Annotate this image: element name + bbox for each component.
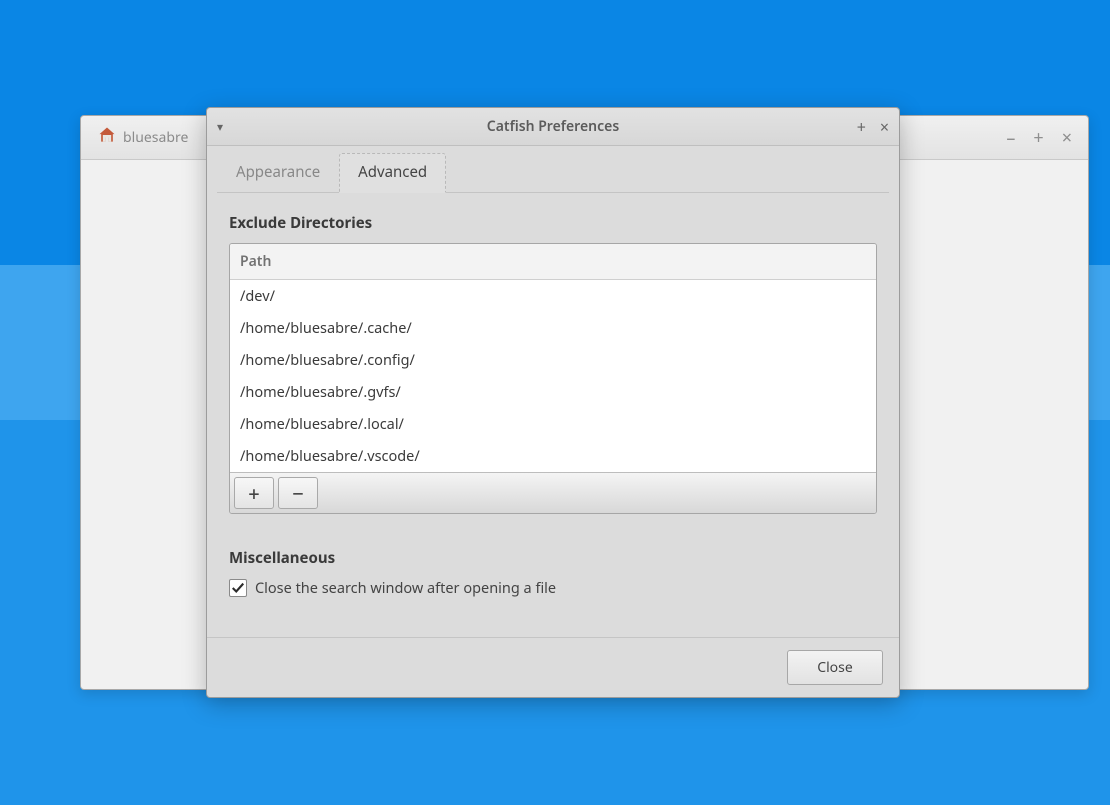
background-tab[interactable]: bluesabre <box>89 121 196 154</box>
misc-section: Miscellaneous Close the search window af… <box>229 542 877 598</box>
dialog-close-x-button[interactable]: × <box>880 119 889 135</box>
window-menu-button[interactable]: ▾ <box>217 118 223 135</box>
tab-appearance[interactable]: Appearance <box>217 153 339 193</box>
dialog-titlebar: ▾ Catfish Preferences + × <box>207 108 899 146</box>
list-item[interactable]: /home/bluesabre/.gvfs/ <box>230 376 876 408</box>
preferences-dialog: ▾ Catfish Preferences + × Appearance Adv… <box>206 107 900 698</box>
exclude-column-header[interactable]: Path <box>230 244 876 280</box>
close-button[interactable]: Close <box>787 650 883 685</box>
maximize-button[interactable]: + <box>1033 129 1043 147</box>
exclude-toolbar: + − <box>230 472 876 513</box>
tab-advanced[interactable]: Advanced <box>339 153 446 193</box>
background-window-controls: – + × <box>1006 129 1080 147</box>
minimize-button[interactable]: – <box>1006 129 1015 147</box>
list-item[interactable]: /home/bluesabre/.vscode/ <box>230 440 876 472</box>
dialog-title: Catfish Preferences <box>207 117 899 136</box>
dialog-window-controls: + × <box>857 119 889 135</box>
list-item[interactable]: /home/bluesabre/.config/ <box>230 344 876 376</box>
background-tab-label: bluesabre <box>123 128 188 147</box>
exclude-list-frame: Path /dev/ /home/bluesabre/.cache/ /home… <box>229 243 877 514</box>
dialog-maximize-button[interactable]: + <box>857 119 866 135</box>
dialog-body: Exclude Directories Path /dev/ /home/blu… <box>207 193 899 637</box>
desktop-background: bluesabre – + × ▾ Catfish Preferences + … <box>0 0 1110 805</box>
close-after-open-label: Close the search window after opening a … <box>255 578 556 598</box>
tab-strip: Appearance Advanced <box>207 146 899 192</box>
close-after-open-checkbox[interactable] <box>229 579 247 597</box>
plus-icon: + <box>248 480 259 507</box>
home-icon <box>97 125 117 150</box>
exclude-list[interactable]: /dev/ /home/bluesabre/.cache/ /home/blue… <box>230 280 876 472</box>
list-item[interactable]: /home/bluesabre/.cache/ <box>230 312 876 344</box>
dialog-footer: Close <box>207 637 899 697</box>
close-button[interactable]: × <box>1062 129 1072 147</box>
list-item[interactable]: /dev/ <box>230 280 876 312</box>
remove-path-button[interactable]: − <box>278 477 318 509</box>
misc-title: Miscellaneous <box>229 548 877 568</box>
exclude-title: Exclude Directories <box>229 213 877 233</box>
check-icon <box>231 581 245 595</box>
close-after-open-row[interactable]: Close the search window after opening a … <box>229 578 877 598</box>
list-item[interactable]: /home/bluesabre/.local/ <box>230 408 876 440</box>
add-path-button[interactable]: + <box>234 477 274 509</box>
minus-icon: − <box>292 480 304 507</box>
